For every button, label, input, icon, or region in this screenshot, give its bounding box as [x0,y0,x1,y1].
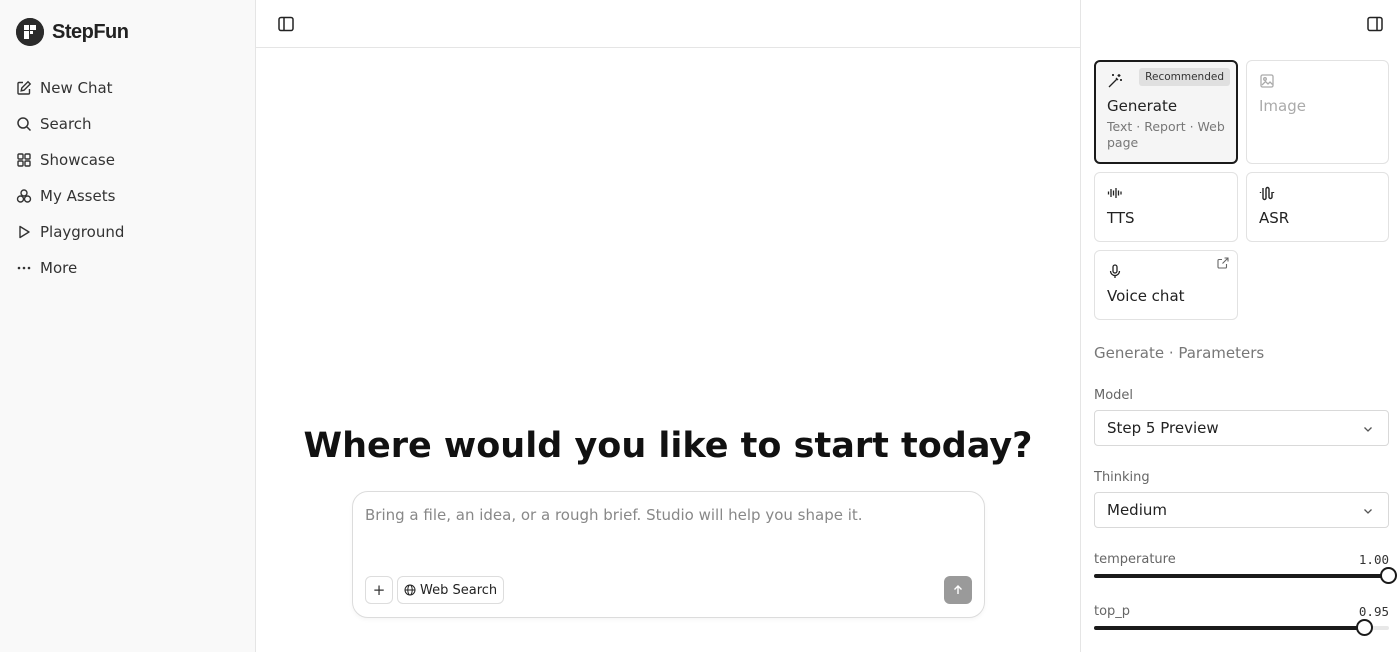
section-title: Generate · Parameters [1094,344,1265,362]
assets-icon [16,188,32,204]
sidebar-item-new-chat[interactable]: New Chat [8,70,248,106]
chevron-down-icon [1362,423,1374,435]
slider-thumb[interactable] [1356,619,1374,636]
more-icon [16,260,32,276]
sidebar-nav: New Chat Search Showcase My Assets Playg… [8,70,248,286]
microphone-icon [1107,263,1123,279]
sidebar-item-label: Showcase [40,151,115,169]
model-label: Model [1094,388,1134,403]
mode-card-voice-chat[interactable]: Voice chat [1094,250,1238,320]
temperature-slider[interactable] [1094,567,1397,584]
mode-label: Image [1259,97,1306,115]
slider-fill [1094,574,1389,578]
model-value: Step 5 Preview [1107,419,1219,437]
temperature-label: temperature [1094,552,1176,567]
model-select[interactable]: Step 5 Preview [1094,410,1389,446]
slider-thumb[interactable] [1380,567,1397,584]
waveform-icon [1259,185,1275,201]
search-icon [16,116,32,132]
recommended-badge: Recommended [1139,68,1230,86]
mode-label: ASR [1259,209,1290,227]
mode-label: Voice chat [1107,287,1185,305]
magic-wand-icon [1107,73,1123,89]
page-title: Where would you like to start today? [303,426,1033,466]
sidebar-item-showcase[interactable]: Showcase [8,142,248,178]
image-icon [1259,73,1275,89]
panel-header [1081,0,1400,48]
sidebar-toggle-icon [277,15,295,33]
thinking-select[interactable]: Medium [1094,492,1389,528]
mode-label: TTS [1107,209,1135,227]
grid-icon [16,152,32,168]
top-p-label: top_p [1094,604,1131,619]
sidebar-item-more[interactable]: More [8,250,248,286]
sidebar-item-playground[interactable]: Playground [8,214,248,250]
composer: + Web Search [352,491,985,618]
attach-button[interactable]: + [365,576,393,604]
sidebar-item-search[interactable]: Search [8,106,248,142]
globe-icon [404,584,416,596]
web-search-label: Web Search [420,582,498,598]
sidebar: StepFun New Chat Search Showcase My Asse… [0,0,256,652]
external-link-icon [1217,257,1229,269]
sidebar-item-label: More [40,259,78,277]
top-p-value: 0.95 [1358,604,1389,619]
slider-fill [1094,626,1366,630]
sidebar-item-label: Search [40,115,92,133]
mode-description: Text · Report · Web page [1107,119,1225,150]
panel-toggle-icon [1366,15,1384,33]
play-icon [16,224,32,240]
settings-panel: Recommended Generate Text · Report · Web… [1080,0,1400,652]
mode-card-asr[interactable]: ASR [1246,172,1389,242]
temperature-value: 1.00 [1358,552,1389,567]
brand-name: StepFun [52,20,129,43]
mode-label: Generate [1107,97,1178,115]
main-area: Where would you like to start today? + W… [256,0,1080,652]
chevron-down-icon [1362,505,1374,517]
send-button[interactable] [944,576,972,604]
toggle-sidebar-button[interactable] [276,14,296,34]
sidebar-item-my-assets[interactable]: My Assets [8,178,248,214]
sidebar-item-label: My Assets [40,187,116,205]
thinking-label: Thinking [1094,470,1150,485]
thinking-value: Medium [1107,501,1167,519]
sidebar-item-label: New Chat [40,79,113,97]
top-p-slider[interactable] [1094,619,1389,636]
brand[interactable]: StepFun [16,17,129,47]
audio-wave-icon [1107,185,1123,201]
edit-icon [16,80,32,96]
main-header [256,0,1080,48]
toggle-panel-button[interactable] [1365,14,1385,34]
web-search-button[interactable]: Web Search [397,576,505,604]
sidebar-item-label: Playground [40,223,125,241]
arrow-up-icon [952,584,964,596]
mode-card-generate[interactable]: Recommended Generate Text · Report · Web… [1094,60,1238,164]
mode-card-tts[interactable]: TTS [1094,172,1238,242]
stepfun-logo-icon [16,18,44,46]
prompt-input[interactable] [365,506,965,524]
mode-card-image[interactable]: Image [1246,60,1389,164]
